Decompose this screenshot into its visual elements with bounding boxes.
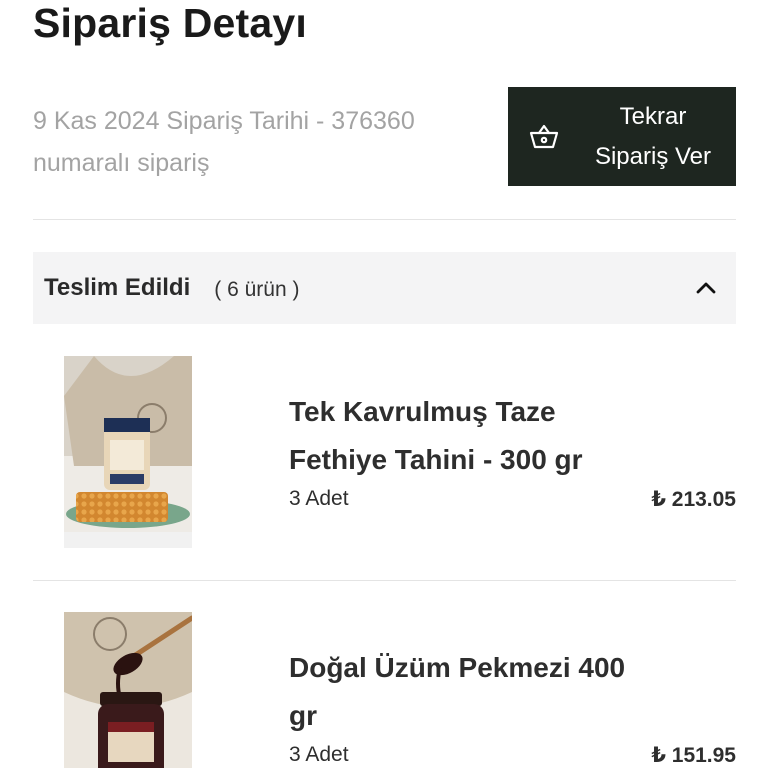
product-item[interactable]: Tek Kavrulmuş Taze Fethiye Tahini - 300 … [33, 356, 736, 548]
product-item[interactable]: Doğal Üzüm Pekmezi 400 gr 3 Adet ₺ 151.9… [33, 612, 736, 768]
delivery-status: Teslim Edildi [44, 274, 191, 301]
order-date-number: 9 Kas 2024 Sipariş Tarihi - 376360 [33, 107, 415, 135]
basket-icon [508, 124, 580, 150]
divider [33, 580, 736, 581]
reorder-button[interactable]: Tekrar Sipariş Ver [508, 87, 736, 186]
product-quantity: 3 Adet [289, 743, 349, 766]
product-price: ₺ 213.05 [651, 488, 736, 511]
divider [33, 219, 736, 220]
product-price: ₺ 151.95 [651, 744, 736, 767]
order-meta: 9 Kas 2024 Sipariş Tarihi - 376360 numar… [33, 100, 473, 184]
order-number-suffix: numaralı sipariş [33, 149, 210, 177]
product-image[interactable] [64, 356, 192, 548]
reorder-label: Tekrar Sipariş Ver [594, 102, 712, 170]
page-title: Sipariş Detayı [33, 0, 307, 46]
product-image[interactable] [64, 612, 192, 768]
chevron-up-icon[interactable] [694, 276, 718, 300]
product-name[interactable]: Tek Kavrulmuş Taze Fethiye Tahini - 300 … [289, 388, 649, 484]
product-name[interactable]: Doğal Üzüm Pekmezi 400 gr [289, 644, 649, 740]
item-count: ( 6 ürün ) [214, 278, 300, 301]
shipment-status-bar[interactable]: Teslim Edildi ( 6 ürün ) [33, 252, 736, 324]
product-quantity: 3 Adet [289, 487, 349, 510]
